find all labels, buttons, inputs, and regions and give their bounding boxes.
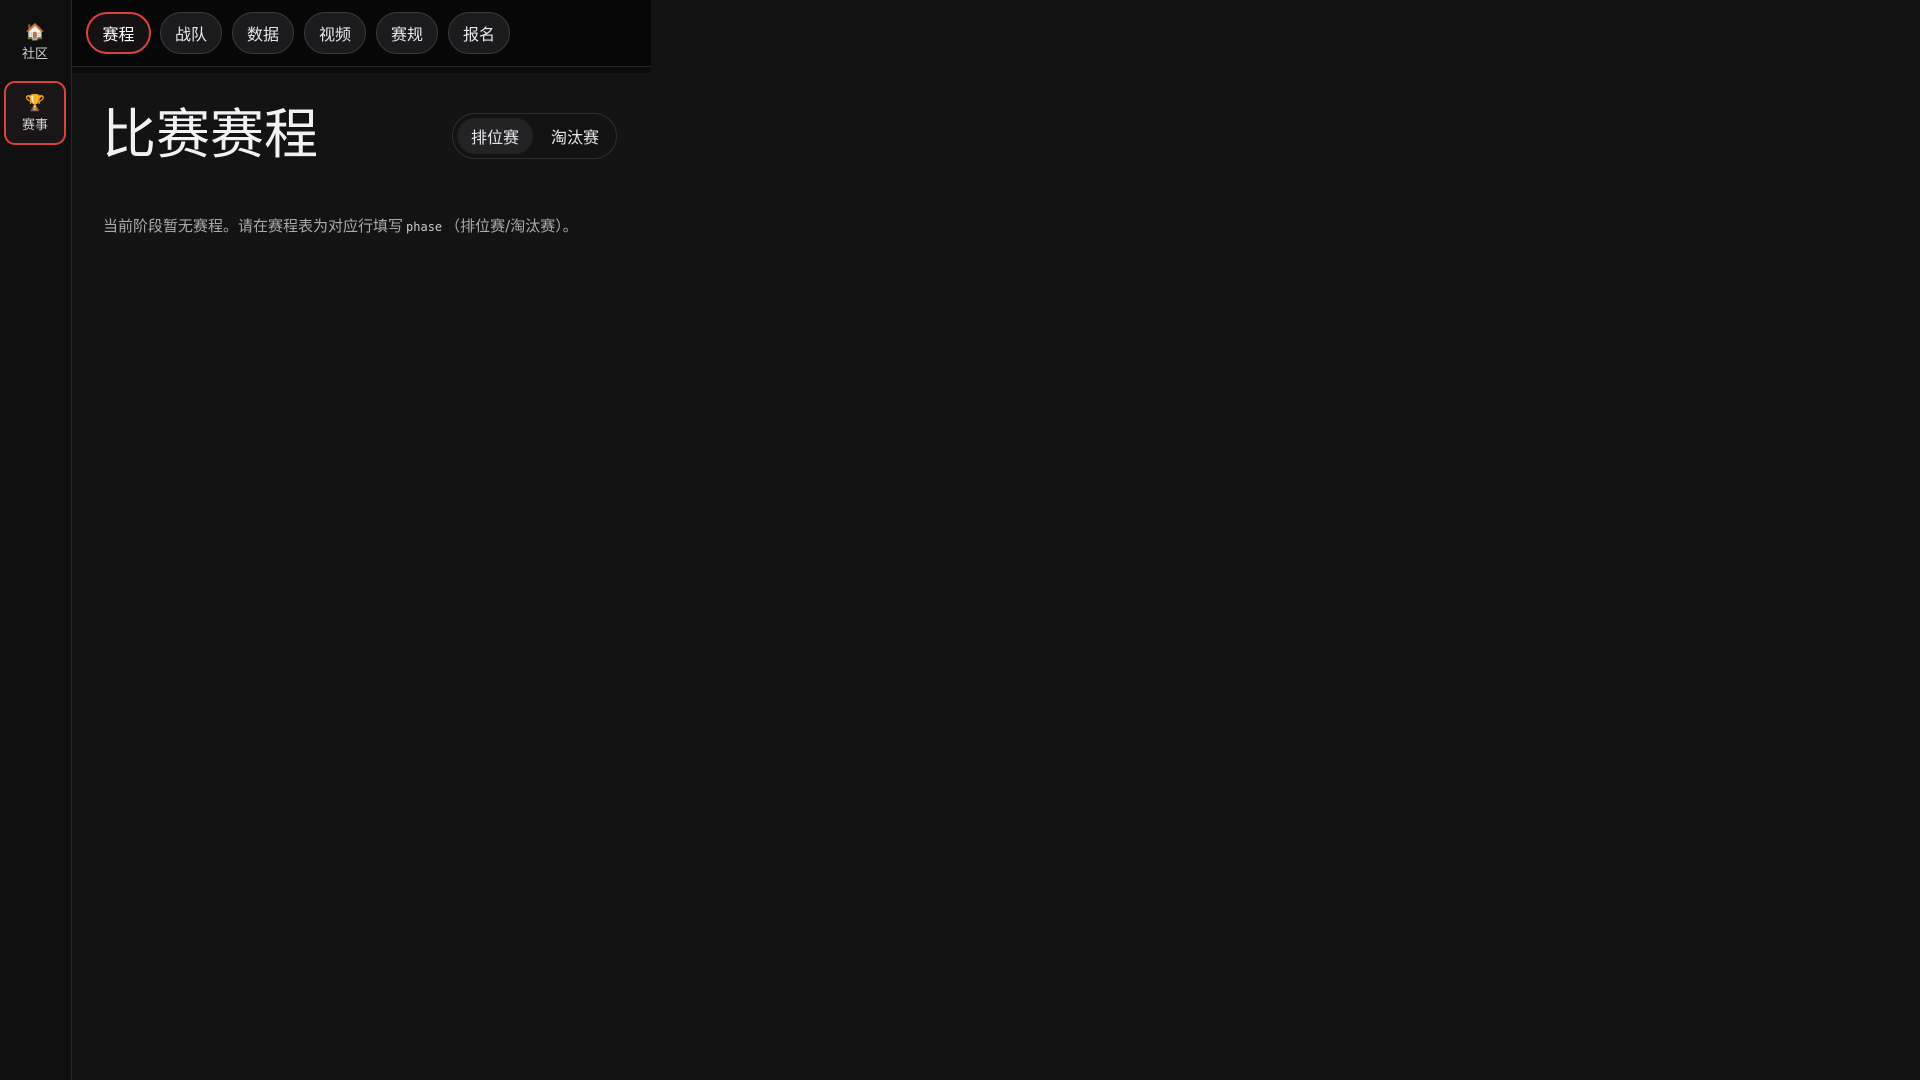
sidebar-item-label: 社区 bbox=[21, 46, 48, 62]
main-content: 赛程 战队 数据 视频 赛规 报名 比赛赛程 排位赛 淘汰赛 当前阶段暂无赛程。… bbox=[72, 0, 651, 1080]
page-title: 比赛赛程 bbox=[102, 103, 318, 166]
top-tab-bar: 赛程 战队 数据 视频 赛规 报名 bbox=[72, 0, 651, 67]
tab-schedule[interactable]: 赛程 bbox=[86, 12, 151, 54]
sidebar-item-events[interactable]: 🏆 赛事 bbox=[4, 81, 66, 145]
phase-knockout-button[interactable]: 淘汰赛 bbox=[537, 118, 613, 154]
tab-videos[interactable]: 视频 bbox=[304, 12, 366, 54]
tab-teams[interactable]: 战队 bbox=[160, 12, 222, 54]
phase-toggle: 排位赛 淘汰赛 bbox=[452, 113, 617, 159]
topbar-divider bbox=[72, 67, 651, 73]
sidebar-item-label: 赛事 bbox=[21, 117, 48, 133]
sidebar-item-community[interactable]: 🏠 社区 bbox=[4, 10, 66, 74]
empty-message-text: 当前阶段暂无赛程。请在赛程表为对应行填写 bbox=[103, 217, 404, 235]
trophy-icon: 🏆 bbox=[25, 92, 45, 112]
tab-rules[interactable]: 赛规 bbox=[376, 12, 438, 54]
empty-schedule-message: 当前阶段暂无赛程。请在赛程表为对应行填写 phase （排位赛/淘汰赛）。 bbox=[103, 214, 578, 239]
tab-register[interactable]: 报名 bbox=[448, 12, 510, 54]
home-icon: 🏠 bbox=[25, 21, 45, 41]
sidebar: 🏠 社区 🏆 赛事 bbox=[0, 0, 72, 1080]
phase-code: phase bbox=[406, 220, 443, 234]
tab-stats[interactable]: 数据 bbox=[232, 12, 294, 54]
empty-message-suffix: （排位赛/淘汰赛）。 bbox=[445, 217, 578, 235]
phase-ranking-button[interactable]: 排位赛 bbox=[457, 118, 533, 154]
